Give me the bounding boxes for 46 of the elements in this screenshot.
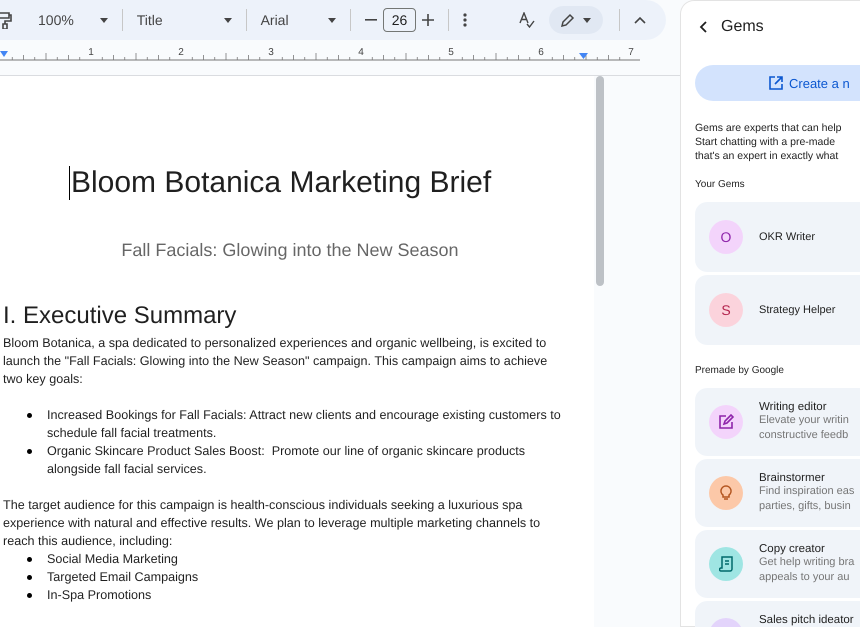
font-size-field[interactable]: 26 — [383, 8, 416, 32]
gem-item[interactable]: S Strategy Helper — [695, 275, 860, 345]
bullet-icon — [27, 593, 32, 598]
gem-item[interactable]: Sales pitch ideator — [695, 601, 860, 627]
ruler: 1 2 3 4 5 6 7 — [0, 45, 640, 63]
edit-icon — [718, 414, 734, 430]
editing-mode-button[interactable] — [549, 6, 604, 34]
bullet-icon — [27, 557, 32, 562]
bullet-text: Targeted Email Campaigns — [47, 569, 198, 586]
document-subtitle: Fall Facials: Glowing into the New Season — [120, 240, 460, 261]
document-title: Bloom Botanica Marketing Brief — [71, 166, 492, 200]
bullet-icon — [27, 575, 32, 580]
caret-icon — [100, 18, 108, 22]
section-label: Your Gems — [695, 179, 746, 190]
body-paragraph: The target audience for this campaign is health-conscious individuals seeking a luxurious spa experience with natural and effective results. We plan to leverage multiple marketing channels to reach this audience, including: — [3, 497, 542, 550]
caret-icon — [224, 18, 232, 22]
text-cursor — [69, 166, 70, 200]
font-dropdown[interactable]: Arial — [254, 6, 342, 34]
section-heading: I. Executive Summary — [3, 302, 238, 330]
intro-text: Gems are experts that can help Start chatting with a pre-made that's an expert in exactly what — [695, 121, 842, 163]
create-gem-button[interactable]: Create a n — [695, 65, 860, 101]
gem-item[interactable]: Brainstormer Find inspiration eas parties, gifts, busin — [695, 459, 860, 527]
bullet-text: Increased Bookings for Fall Facials: Attract new clients and encourage existing customers to schedule fall facial treatments. — [47, 407, 562, 442]
caret-icon — [328, 18, 336, 22]
bullet-text: In-Spa Promotions — [47, 587, 152, 604]
section-label: Premade by Google — [695, 365, 785, 376]
bullet-icon — [27, 449, 32, 454]
external-link-icon — [769, 76, 783, 90]
bullet-icon — [27, 413, 32, 418]
caret-icon — [583, 18, 592, 22]
style-dropdown[interactable]: Title — [130, 6, 238, 34]
gem-item[interactable]: Copy creator Get help writing bra appeals to your au — [695, 530, 860, 598]
zoom-dropdown[interactable]: 100% — [32, 6, 114, 34]
document-icon — [719, 556, 733, 572]
pencil-icon — [561, 13, 576, 27]
bullet-text: Social Media Marketing — [47, 551, 178, 568]
avatar-circle: O — [709, 220, 743, 254]
bullet-text: Organic Skincare Product Sales Boost: Promote our line of organic skincare products alongside fall facial services. — [47, 443, 526, 478]
panel-title: Gems — [721, 18, 764, 36]
gem-item[interactable]: O OKR Writer — [695, 202, 860, 272]
gem-item[interactable]: Writing editor Elevate your writin constructive feedb — [695, 388, 860, 456]
back-icon[interactable] — [699, 21, 707, 33]
lightbulb-icon — [720, 484, 732, 500]
scrollbar-thumb[interactable] — [596, 76, 604, 286]
body-paragraph: Bloom Botanica, a spa dedicated to personalized experiences and organic wellbeing, is excited to launch the "Fall Facials: Glowing into the New Season" campaign. This campaign aims to achieve two key goals: — [3, 335, 548, 388]
avatar-circle: S — [709, 293, 743, 327]
